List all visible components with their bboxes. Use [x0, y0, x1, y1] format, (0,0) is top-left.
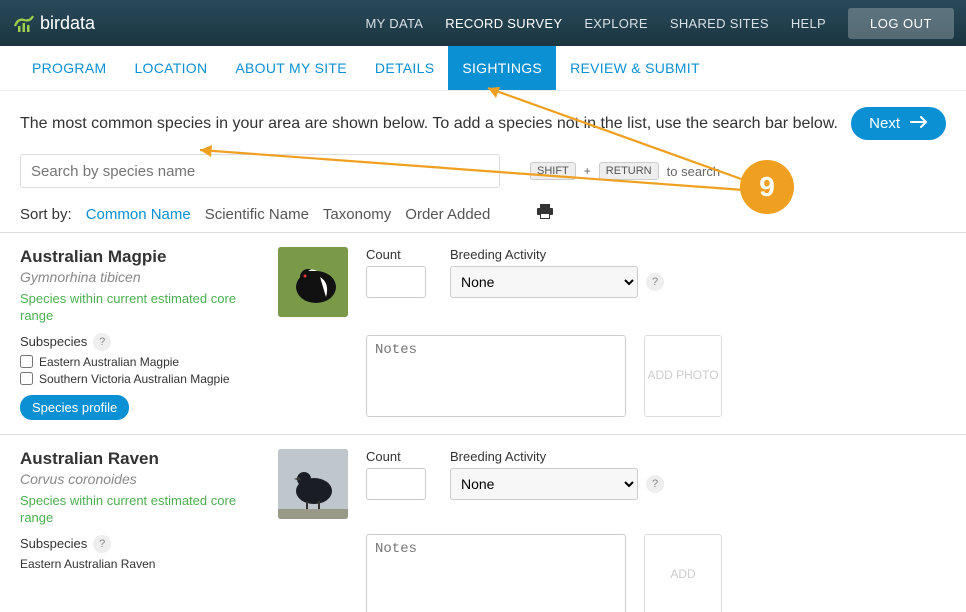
print-icon[interactable]	[536, 204, 554, 224]
notes-input[interactable]	[366, 335, 626, 417]
tab-location[interactable]: LOCATION	[120, 46, 221, 90]
help-icon[interactable]: ?	[646, 475, 664, 493]
top-nav: MY DATA RECORD SURVEY EXPLORE SHARED SIT…	[366, 8, 954, 39]
next-label: Next	[869, 115, 900, 132]
search-row: SHIFT + RETURN to search	[20, 154, 946, 188]
count-label: Count	[366, 449, 426, 464]
sort-row: Sort by: Common Name Scientific Name Tax…	[20, 204, 946, 224]
subspecies-checkbox[interactable]	[20, 355, 33, 368]
sort-order-added[interactable]: Order Added	[405, 206, 490, 223]
topbar: birdata MY DATA RECORD SURVEY EXPLORE SH…	[0, 0, 966, 46]
species-card: Australian Raven Corvus coronoides Speci…	[0, 435, 966, 612]
scientific-name: Corvus coronoides	[20, 471, 260, 487]
scientific-name: Gymnorhina tibicen	[20, 269, 260, 285]
species-profile-button[interactable]: Species profile	[20, 395, 129, 420]
subspecies-label: Subspecies	[20, 536, 87, 551]
logo[interactable]: birdata	[12, 12, 95, 34]
species-card: Australian Magpie Gymnorhina tibicen Spe…	[0, 233, 966, 435]
to-search-label: to search	[667, 164, 720, 179]
species-thumbnail[interactable]	[278, 449, 348, 519]
tab-review-submit[interactable]: REVIEW & SUBMIT	[556, 46, 714, 90]
plus-sign: +	[584, 164, 591, 178]
count-label: Count	[366, 247, 426, 262]
sort-common-name[interactable]: Common Name	[86, 206, 191, 223]
tab-details[interactable]: DETAILS	[361, 46, 448, 90]
tab-sightings[interactable]: SIGHTINGS	[448, 46, 556, 90]
intro-text: The most common species in your area are…	[20, 115, 838, 133]
logo-text: birdata	[40, 13, 95, 34]
notes-input[interactable]	[366, 534, 626, 612]
subspecies-option[interactable]: Eastern Australian Magpie	[20, 355, 260, 369]
breeding-label: Breeding Activity	[450, 247, 664, 262]
count-input[interactable]	[366, 468, 426, 500]
nav-my-data[interactable]: MY DATA	[366, 16, 424, 31]
sort-label: Sort by:	[20, 206, 72, 223]
subspecies-option[interactable]: Southern Victoria Australian Magpie	[20, 372, 260, 386]
range-note: Species within current estimated core ra…	[20, 493, 260, 527]
content: The most common species in your area are…	[0, 91, 966, 612]
count-input[interactable]	[366, 266, 426, 298]
nav-record-survey[interactable]: RECORD SURVEY	[445, 16, 562, 31]
breeding-select[interactable]: None	[450, 468, 638, 500]
nav-explore[interactable]: EXPLORE	[584, 16, 648, 31]
nav-help[interactable]: HELP	[791, 16, 826, 31]
next-button[interactable]: Next	[851, 107, 946, 140]
species-thumbnail[interactable]	[278, 247, 348, 317]
common-name: Australian Magpie	[20, 247, 260, 267]
add-photo-button[interactable]: ADD PHOTO	[644, 335, 722, 417]
nav-shared-sites[interactable]: SHARED SITES	[670, 16, 769, 31]
subspecies-text: Eastern Australian Raven	[20, 557, 260, 571]
help-icon[interactable]: ?	[93, 535, 111, 553]
kbd-shift: SHIFT	[530, 162, 576, 180]
breeding-label: Breeding Activity	[450, 449, 664, 464]
tab-bar: PROGRAM LOCATION ABOUT MY SITE DETAILS S…	[0, 46, 966, 91]
common-name: Australian Raven	[20, 449, 260, 469]
kbd-return: RETURN	[599, 162, 659, 180]
breeding-select[interactable]: None	[450, 266, 638, 298]
subspecies-label: Subspecies	[20, 334, 87, 349]
logo-icon	[12, 12, 36, 34]
add-photo-button[interactable]: ADD	[644, 534, 722, 612]
species-list[interactable]: Australian Magpie Gymnorhina tibicen Spe…	[0, 232, 966, 612]
tab-about-site[interactable]: ABOUT MY SITE	[221, 46, 361, 90]
help-icon[interactable]: ?	[93, 333, 111, 351]
logout-button[interactable]: LOG OUT	[848, 8, 954, 39]
arrow-right-icon	[910, 115, 928, 132]
tab-program[interactable]: PROGRAM	[18, 46, 120, 90]
sort-scientific-name[interactable]: Scientific Name	[205, 206, 309, 223]
subspecies-checkbox[interactable]	[20, 372, 33, 385]
sort-taxonomy[interactable]: Taxonomy	[323, 206, 391, 223]
range-note: Species within current estimated core ra…	[20, 291, 260, 325]
search-input[interactable]	[20, 154, 500, 188]
help-icon[interactable]: ?	[646, 273, 664, 291]
